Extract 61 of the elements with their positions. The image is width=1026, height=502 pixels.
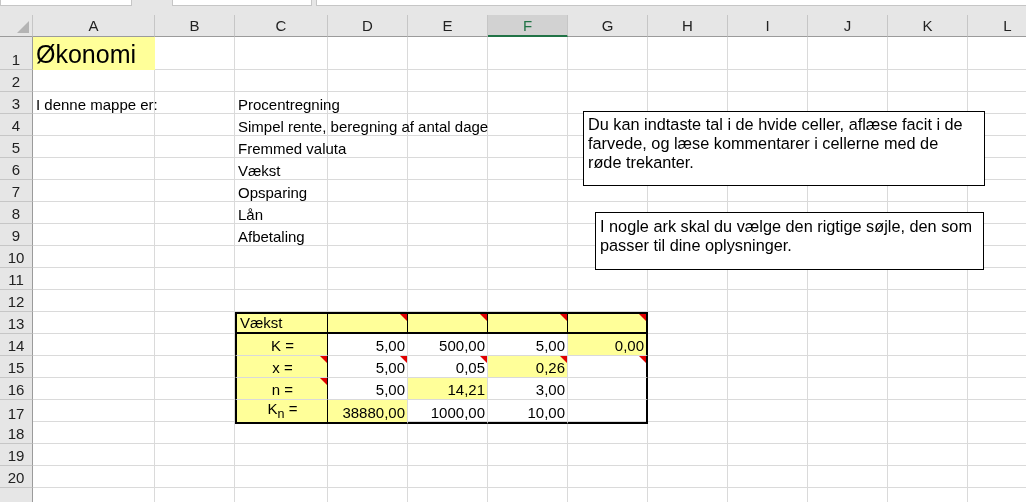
row-header[interactable]: 12 <box>0 290 33 312</box>
text-box: I nogle ark skal du vælge den rigtige søjle, den som passer til dine oplysninger. <box>595 212 984 270</box>
table-cell[interactable]: x = <box>235 356 328 378</box>
cell-text: Lån <box>238 206 264 223</box>
row-header[interactable]: 3 <box>0 92 33 114</box>
table-cell[interactable]: 3,00 <box>488 378 568 400</box>
cell-text: Opsparing <box>238 184 308 201</box>
row-header[interactable]: 5 <box>0 136 33 158</box>
cell-text: I denne mappe er: <box>36 96 158 113</box>
row-header[interactable]: 1 <box>0 37 33 70</box>
row-header[interactable]: 18 <box>0 422 33 444</box>
row-header[interactable]: 16 <box>0 378 33 400</box>
row-header[interactable]: 10 <box>0 246 33 268</box>
column-header[interactable]: I <box>728 15 808 37</box>
column-header[interactable]: F <box>488 15 568 37</box>
cell-text: Procentregning <box>238 96 340 113</box>
column-header[interactable]: H <box>648 15 728 37</box>
table-cell[interactable]: K = <box>235 334 328 356</box>
column-header[interactable]: D <box>328 15 408 37</box>
table-cell[interactable] <box>408 312 488 334</box>
table-cell[interactable]: 5,00 <box>328 356 408 378</box>
table-cell[interactable]: 5,00 <box>328 334 408 356</box>
table-cell[interactable] <box>328 312 408 334</box>
row-header[interactable]: 13 <box>0 312 33 334</box>
column-header[interactable]: L <box>968 15 1026 37</box>
row-header[interactable]: 11 <box>0 268 33 290</box>
row-header[interactable]: 4 <box>0 114 33 136</box>
row-header[interactable]: 9 <box>0 224 33 246</box>
row-header[interactable]: 14 <box>0 334 33 356</box>
table-cell[interactable]: 38880,00 <box>328 400 408 424</box>
table-cell[interactable] <box>488 312 568 334</box>
table-cell[interactable]: n = <box>235 378 328 400</box>
row-header[interactable]: 7 <box>0 180 33 202</box>
text-box: Du kan indtaste tal i de hvide celler, aflæse facit i de farvede, og læse kommentarer i cellerne med de røde trekanter. <box>583 111 985 186</box>
table-cell[interactable]: 0,00 <box>568 334 648 356</box>
table-cell[interactable] <box>568 312 648 334</box>
row-header[interactable]: 6 <box>0 158 33 180</box>
column-header[interactable]: J <box>808 15 888 37</box>
column-header[interactable]: B <box>155 15 235 37</box>
table-cell[interactable]: 10,00 <box>488 400 568 424</box>
title-text: Økonomi <box>36 39 137 69</box>
table-cell[interactable]: 1000,00 <box>408 400 488 424</box>
row-header[interactable]: 8 <box>0 202 33 224</box>
table-cell[interactable]: 500,00 <box>408 334 488 356</box>
table-cell[interactable]: Vækst <box>235 312 328 334</box>
row-header[interactable]: 20 <box>0 466 33 488</box>
column-header[interactable]: G <box>568 15 648 37</box>
cell-text: Simpel rente, beregning af antal dage <box>238 118 489 135</box>
cell-text: Afbetaling <box>238 228 305 245</box>
row-header[interactable]: 15 <box>0 356 33 378</box>
table-cell[interactable]: 0,26 <box>488 356 568 378</box>
row-header[interactable]: 19 <box>0 444 33 466</box>
table-cell[interactable]: K$_{n}$ = <box>235 400 328 424</box>
column-header[interactable]: C <box>235 15 328 37</box>
table-cell[interactable]: 14,21 <box>408 378 488 400</box>
cell-text: Vækst <box>238 162 281 179</box>
cell-text: Fremmed valuta <box>238 140 347 157</box>
table-cell[interactable] <box>568 400 648 424</box>
column-header[interactable]: K <box>888 15 968 37</box>
row-header[interactable]: 17 <box>0 400 33 424</box>
row-header[interactable]: 2 <box>0 70 33 92</box>
